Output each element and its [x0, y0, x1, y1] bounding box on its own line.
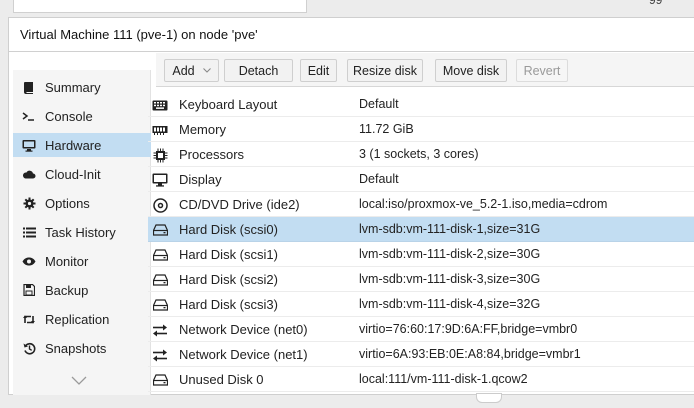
- hardware-row-processors[interactable]: Processors 3 (1 sockets, 3 cores): [148, 142, 694, 167]
- harddisk-icon: [152, 297, 168, 313]
- harddisk-icon: [152, 247, 168, 263]
- sidebar-item-label: Options: [45, 195, 90, 211]
- hardware-name: Hard Disk (scsi3): [179, 297, 278, 312]
- sidebar-nav: Summary Console Hardware Cloud-Init Opti…: [13, 70, 151, 396]
- hardware-name: CD/DVD Drive (ide2): [179, 197, 300, 212]
- sidebar-item-label: Cloud-Init: [45, 166, 101, 182]
- sidebar-item-cloud-init[interactable]: Cloud-Init: [13, 162, 151, 186]
- floppy-icon: [22, 284, 36, 296]
- hardware-toolbar: Add Detach Edit Resize disk Move disk Re…: [156, 53, 694, 87]
- hardware-name: Hard Disk (scsi2): [179, 272, 278, 287]
- hardware-name: Processors: [179, 147, 245, 162]
- keyboard-icon: [152, 97, 168, 113]
- hardware-row-network-net0[interactable]: Network Device (net0) virtio=76:60:17:9D…: [148, 317, 694, 342]
- eye-icon: [22, 257, 36, 266]
- sidebar-item-label: Hardware: [45, 137, 102, 153]
- sidebar-item-monitor[interactable]: Monitor: [13, 249, 151, 273]
- sidebar-item-console[interactable]: Console: [13, 104, 151, 128]
- hardware-value: lvm-sdb:vm-111-disk-3,size=30G: [359, 272, 541, 286]
- hardware-row-hard-disk-scsi0[interactable]: Hard Disk (scsi0) lvm-sdb:vm-111-disk-1,…: [148, 217, 694, 242]
- sidebar-item-hardware[interactable]: Hardware: [13, 133, 151, 157]
- sidebar-item-label: Console: [45, 108, 93, 124]
- add-button[interactable]: Add: [164, 59, 219, 82]
- scroll-handle[interactable]: [476, 393, 502, 403]
- desktop-icon: [152, 172, 168, 188]
- sidebar-item-replication[interactable]: Replication: [13, 307, 151, 331]
- list-icon: [22, 227, 36, 238]
- sidebar-item-options[interactable]: Options: [13, 191, 151, 215]
- bottom-strip: [0, 393, 694, 408]
- monitor-icon: [22, 139, 36, 152]
- sidebar-item-backup[interactable]: Backup: [13, 278, 151, 302]
- add-button-label: Add: [172, 63, 195, 78]
- harddisk-icon: [152, 372, 168, 388]
- hardware-row-display[interactable]: Display Default: [148, 167, 694, 192]
- sidebar-item-summary[interactable]: Summary: [13, 75, 151, 99]
- memory-icon: [152, 122, 168, 138]
- hardware-row-hard-disk-scsi1[interactable]: Hard Disk (scsi1) lvm-sdb:vm-111-disk-2,…: [148, 242, 694, 267]
- hardware-value: 11.72 GiB: [359, 122, 414, 136]
- resize-disk-button[interactable]: Resize disk: [347, 59, 423, 82]
- hardware-name: Hard Disk (scsi0): [179, 222, 278, 237]
- hardware-row-hard-disk-scsi3[interactable]: Hard Disk (scsi3) lvm-sdb:vm-111-disk-4,…: [148, 292, 694, 317]
- vm-window: Virtual Machine 111 (pve-1) on node 'pve…: [8, 17, 694, 396]
- sidebar-item-label: Snapshots: [45, 340, 107, 356]
- cdrom-icon: [152, 197, 168, 213]
- hardware-name: Network Device (net1): [179, 347, 308, 362]
- move-disk-button[interactable]: Move disk: [435, 59, 507, 82]
- hardware-value: Default: [359, 172, 399, 186]
- hardware-row-unused-disk-0[interactable]: Unused Disk 0 local:111/vm-111-disk-1.qc…: [148, 367, 694, 392]
- hardware-row-cdrom[interactable]: CD/DVD Drive (ide2) local:iso/proxmox-ve…: [148, 192, 694, 217]
- hardware-name: Display: [179, 172, 222, 187]
- sidebar-item-label: Backup: [45, 282, 89, 298]
- sidebar-item-label: Summary: [45, 79, 101, 95]
- hardware-value: lvm-sdb:vm-111-disk-2,size=30G: [359, 247, 541, 261]
- partial-glyph: 99: [649, 0, 663, 7]
- sidebar-item-task-history[interactable]: Task History: [13, 220, 151, 244]
- chevron-down-icon: [202, 68, 211, 73]
- hardware-name: Memory: [179, 122, 226, 137]
- hardware-value: lvm-sdb:vm-111-disk-4,size=32G: [359, 297, 541, 311]
- sidebar-item-snapshots[interactable]: Snapshots: [13, 336, 151, 360]
- retweet-icon: [22, 314, 36, 325]
- nav-scroll-down-chevron-icon[interactable]: [71, 376, 87, 385]
- hardware-row-hard-disk-scsi2[interactable]: Hard Disk (scsi2) lvm-sdb:vm-111-disk-3,…: [148, 267, 694, 292]
- exchange-icon: [152, 347, 168, 363]
- terminal-icon: [22, 110, 36, 122]
- detach-button[interactable]: Detach: [224, 59, 293, 82]
- hardware-value: virtio=76:60:17:9D:6A:FF,bridge=vmbr0: [359, 322, 578, 336]
- cpu-icon: [152, 147, 168, 163]
- revert-button[interactable]: Revert: [516, 59, 568, 82]
- hardware-value: virtio=6A:93:EB:0E:A8:84,bridge=vmbr1: [359, 347, 581, 361]
- sidebar-item-label: Task History: [45, 224, 116, 240]
- book-icon: [22, 81, 36, 94]
- hardware-value: Default: [359, 97, 399, 111]
- top-strip: 99: [0, 0, 694, 17]
- sidebar-item-label: Monitor: [45, 253, 89, 269]
- sidebar-item-label: Replication: [45, 311, 110, 327]
- hardware-name: Keyboard Layout: [179, 97, 278, 112]
- harddisk-icon: [152, 272, 168, 288]
- exchange-icon: [152, 322, 168, 338]
- hardware-row-memory[interactable]: Memory 11.72 GiB: [148, 117, 694, 142]
- hardware-row-network-net1[interactable]: Network Device (net1) virtio=6A:93:EB:0E…: [148, 342, 694, 367]
- history-icon: [22, 342, 36, 355]
- window-title: Virtual Machine 111 (pve-1) on node 'pve…: [9, 18, 694, 52]
- harddisk-icon: [152, 222, 168, 238]
- hardware-value: 3 (1 sockets, 3 cores): [359, 147, 479, 161]
- hardware-name: Network Device (net0): [179, 322, 308, 337]
- gear-icon: [22, 197, 36, 210]
- hardware-value: local:111/vm-111-disk-1.qcow2: [359, 372, 528, 386]
- hardware-name: Hard Disk (scsi1): [179, 247, 278, 262]
- hardware-value: local:iso/proxmox-ve_5.2-1.iso,media=cdr…: [359, 197, 608, 211]
- cloud-icon: [22, 169, 36, 179]
- hardware-row-keyboard-layout[interactable]: Keyboard Layout Default: [148, 92, 694, 117]
- hardware-name: Unused Disk 0: [179, 372, 264, 387]
- top-input-edge: [13, 0, 307, 13]
- hardware-value: lvm-sdb:vm-111-disk-1,size=31G: [359, 222, 541, 236]
- edit-button[interactable]: Edit: [300, 59, 337, 82]
